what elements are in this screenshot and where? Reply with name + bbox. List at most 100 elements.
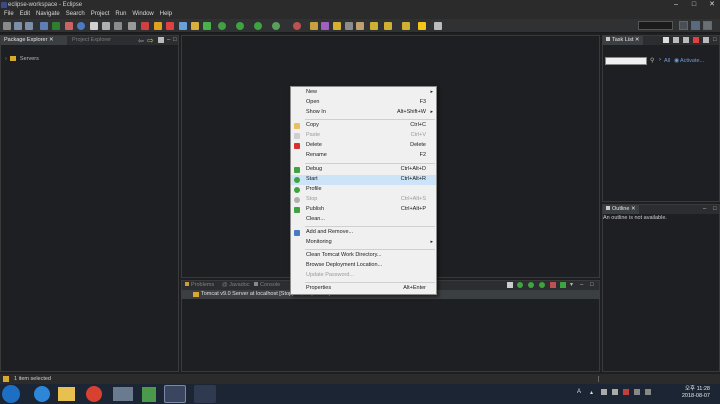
open-type-hierarchy-icon[interactable] [310,22,318,30]
debug-server-icon[interactable] [517,282,523,288]
categorize-icon[interactable] [683,37,689,43]
app-icon[interactable] [142,387,156,402]
menu-item-clean[interactable]: Clean... [291,215,436,225]
ie-icon[interactable] [34,386,50,402]
terminal-app-icon[interactable] [113,387,133,401]
skip-breakpoints-icon[interactable] [65,22,73,30]
menu-navigate[interactable]: Navigate [36,10,60,19]
new-server-icon[interactable] [90,22,98,30]
tab-project-explorer[interactable]: Project Explorer [69,36,114,45]
new-project-icon[interactable] [179,22,187,30]
tab-task-list[interactable]: Task List ✕ [603,36,643,45]
open-perspective-icon[interactable] [679,21,688,30]
minimize-view-icon[interactable]: – [703,205,706,214]
maximize-view-icon[interactable]: □ [590,281,594,290]
menu-item-delete[interactable]: Delete Delete [291,141,436,151]
menu-item-properties[interactable]: Properties Alt+Enter [291,284,436,294]
menu-window[interactable]: Window [132,10,153,19]
menu-search[interactable]: Search [66,10,85,19]
annotation-icon[interactable] [356,22,364,30]
tray-app-icon[interactable] [623,389,629,395]
tab-javadoc[interactable]: @ Javadoc [219,281,253,290]
tab-outline[interactable]: Outline ✕ [603,205,639,214]
terminal-icon[interactable] [40,22,48,30]
search-dropdown-icon[interactable]: ⚲ [650,57,654,64]
menu-item-monitoring[interactable]: Monitoring ▸ [291,238,436,248]
menu-project[interactable]: Project [91,10,110,19]
collapse-all-icon[interactable]: ⇦ [138,37,144,46]
file-explorer-icon[interactable] [58,387,75,401]
tray-expand-icon[interactable]: ▴ [590,389,593,396]
minimize-view-icon[interactable]: – [167,36,170,45]
tab-problems[interactable]: Problems [182,281,217,290]
back-icon[interactable] [384,22,392,30]
toggle-mark-icon[interactable] [345,22,353,30]
close-icon[interactable]: ✕ [708,1,716,9]
eclipse-taskbar-button[interactable] [164,385,186,403]
save-all-icon[interactable] [25,22,33,30]
profile-server-icon[interactable] [539,282,545,288]
filter-icon[interactable] [673,37,679,43]
menu-item-update-password[interactable]: Update Password... [291,271,436,281]
start-server-icon[interactable] [528,282,534,288]
menu-item-browse-deployment[interactable]: Browse Deployment Location... [291,261,436,271]
tray-lang-indicator[interactable]: A [577,389,581,395]
tray-app-icon[interactable] [645,389,651,395]
network-icon[interactable] [601,389,607,395]
maximize-icon[interactable]: □ [690,1,698,9]
external-tools-icon[interactable] [272,22,280,30]
minimize-icon[interactable]: – [672,1,680,9]
new-web-icon[interactable] [128,22,136,30]
maximize-view-icon[interactable]: □ [713,205,717,214]
link-with-editor-icon[interactable]: ⇨ [147,36,154,45]
menu-item-start[interactable]: Start Ctrl+Alt+R [291,175,436,185]
menu-item-stop[interactable]: Stop Ctrl+Alt+S [291,195,436,205]
maximize-view-icon[interactable]: □ [173,36,177,45]
tab-package-explorer[interactable]: Package Explorer ✕ [1,36,67,45]
volume-icon[interactable] [612,389,618,395]
filter-all-link[interactable]: All [664,58,670,64]
open-task-icon[interactable] [154,22,162,30]
search-icon[interactable] [333,22,341,30]
menu-item-show-in[interactable]: Show In Alt+Shift+W ▸ [291,108,436,118]
open-resource-icon[interactable] [321,22,329,30]
stop-server-icon[interactable] [550,282,556,288]
forward-arrow-icon[interactable] [434,22,442,30]
menu-run[interactable]: Run [115,10,126,19]
menu-item-profile[interactable]: Profile [291,185,436,195]
maximize-view-icon[interactable]: □ [713,36,717,45]
menu-item-open[interactable]: Open F3 [291,98,436,108]
menu-item-new[interactable]: New ▸ [291,88,436,98]
chrome-icon[interactable] [86,386,102,402]
menu-help[interactable]: Help [160,10,172,19]
properties-icon[interactable] [102,22,110,30]
java-perspective-icon[interactable] [703,21,712,30]
new-wizard-icon[interactable] [114,22,122,30]
view-menu-icon[interactable] [158,37,164,43]
menu-item-debug[interactable]: Debug Ctrl+Alt+D [291,165,436,175]
publish-icon[interactable] [560,282,566,288]
task-search-input[interactable] [605,57,647,65]
taskbar-app-button[interactable] [194,385,216,403]
tree-item-servers[interactable]: › Servers [5,55,125,63]
back-arrow-icon[interactable] [418,22,426,30]
menu-item-paste[interactable]: Paste Ctrl+V [291,131,436,141]
menu-item-publish[interactable]: Publish Ctrl+Alt+P [291,205,436,215]
menu-file[interactable]: File [4,10,14,19]
run-icon[interactable] [236,22,244,30]
server-icon[interactable] [77,22,85,30]
start-button[interactable] [2,385,20,403]
clock[interactable]: 오후 11:28 2018-08-07 [682,386,710,400]
new-icon[interactable] [3,22,11,30]
profile-run-icon[interactable] [293,22,301,30]
menu-item-add-remove[interactable]: Add and Remove... [291,228,436,238]
collapse-icon[interactable] [507,282,513,288]
tab-console[interactable]: Console [251,281,283,290]
hide-completed-icon[interactable] [693,37,699,43]
menu-item-rename[interactable]: Rename F2 [291,151,436,161]
quick-access-input[interactable] [638,21,673,30]
save-icon[interactable] [14,22,22,30]
menu-edit[interactable]: Edit [20,10,30,19]
new-package-icon[interactable] [191,22,199,30]
debug-icon[interactable] [218,22,226,30]
